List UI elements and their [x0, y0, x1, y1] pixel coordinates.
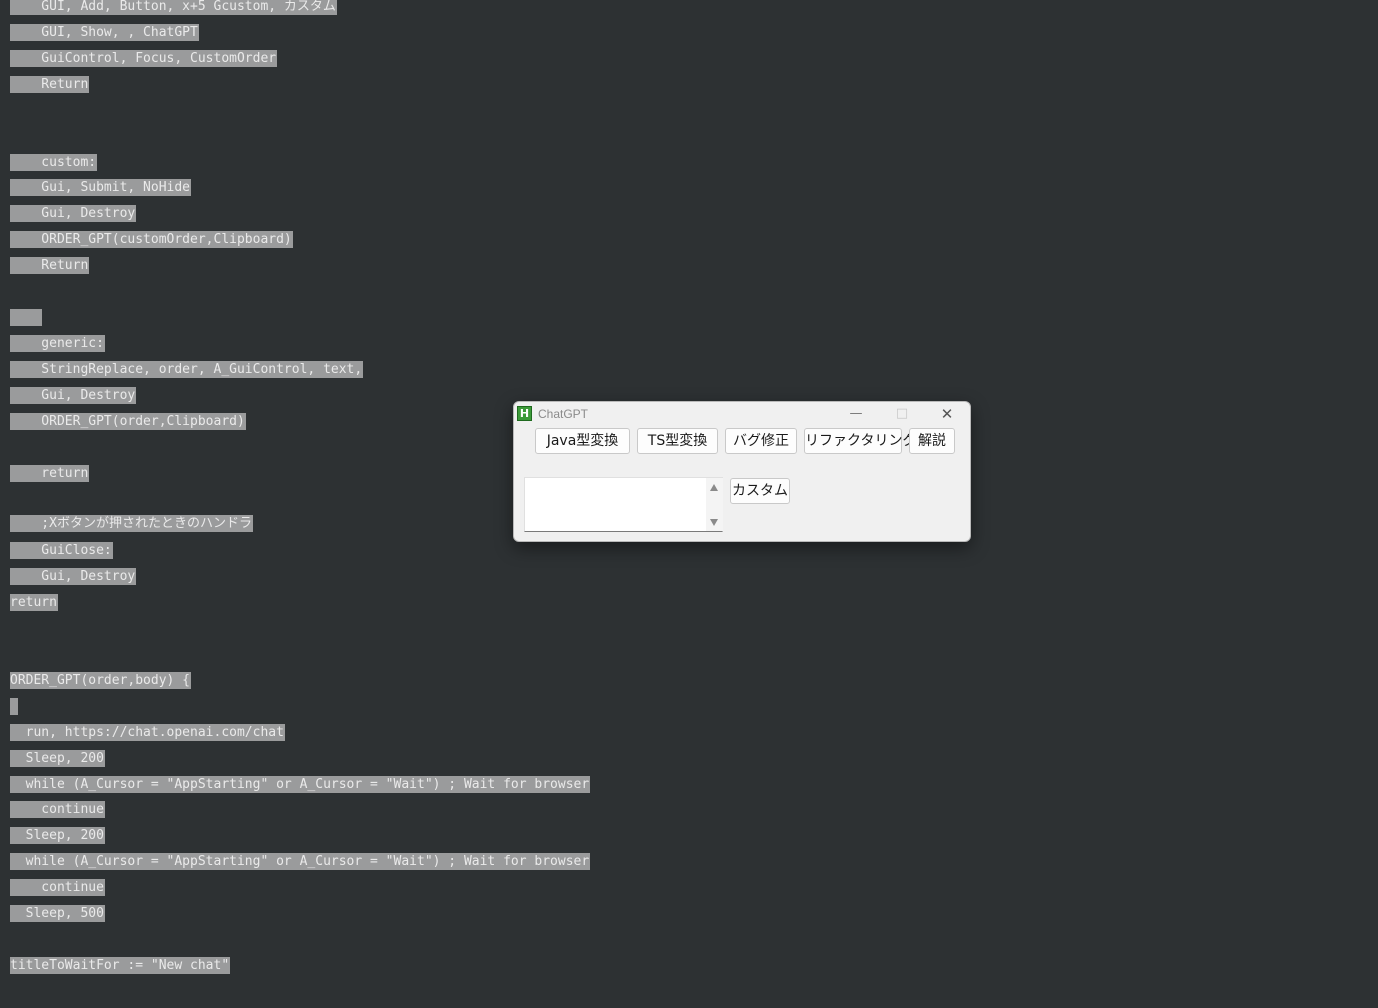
code-line: titleToWaitFor := "New chat" — [10, 957, 231, 974]
explain-button[interactable]: 解説 — [909, 428, 955, 454]
dialog-title: ChatGPT — [538, 407, 589, 421]
code-line: return — [10, 465, 90, 482]
scroll-down-arrow-icon[interactable] — [710, 519, 718, 526]
code-line: Gui, Destroy — [10, 205, 137, 222]
close-button[interactable]: ✕ — [925, 402, 969, 426]
code-line: generic: — [10, 335, 105, 352]
code-line: GUI, Show, , ChatGPT — [10, 24, 199, 41]
code-line — [10, 309, 43, 326]
code-line: while (A_Cursor = "AppStarting" or A_Cur… — [10, 853, 591, 870]
code-line: Return — [10, 257, 90, 274]
code-line: ORDER_GPT(customOrder,Clipboard) — [10, 231, 293, 248]
code-line: Sleep, 200 — [10, 750, 105, 767]
code-line: Sleep, 200 — [10, 827, 105, 844]
code-line: continue — [10, 879, 105, 896]
autohotkey-h-icon: H — [517, 406, 532, 421]
code-line: StringReplace, order, A_GuiControl, text… — [10, 361, 364, 378]
code-line: while (A_Cursor = "AppStarting" or A_Cur… — [10, 776, 591, 793]
code-line: continue — [10, 801, 105, 818]
maximize-button[interactable]: □ — [880, 402, 924, 426]
dialog-titlebar[interactable]: H ChatGPT — □ ✕ — [514, 402, 970, 426]
scroll-up-arrow-icon[interactable] — [710, 484, 718, 491]
code-line: GuiControl, Focus, CustomOrder — [10, 50, 278, 67]
java-convert-button[interactable]: Java型変換 — [535, 428, 630, 454]
code-line: return — [10, 594, 58, 611]
code-line: ORDER_GPT(order,Clipboard) — [10, 413, 246, 430]
code-line-empty — [10, 698, 18, 715]
code-line: Gui, Destroy — [10, 568, 137, 585]
code-line: Sleep, 500 — [10, 905, 105, 922]
custom-order-textarea[interactable] — [524, 477, 723, 532]
code-line: ORDER_GPT(order,body) { — [10, 672, 192, 689]
bug-fix-button[interactable]: バグ修正 — [725, 428, 797, 454]
minimize-button[interactable]: — — [834, 402, 878, 426]
ts-convert-button[interactable]: TS型変換 — [637, 428, 718, 454]
code-line: ;Xボタンが押されたときのハンドラ — [10, 515, 253, 532]
code-line: run, https://chat.openai.com/chat — [10, 724, 285, 741]
refactor-button[interactable]: リファクタリング — [804, 428, 916, 454]
code-line: Gui, Submit, NoHide — [10, 179, 192, 196]
code-line: GuiClose: — [10, 542, 113, 559]
code-line: custom: — [10, 154, 98, 171]
textarea-scrollbar[interactable] — [706, 478, 723, 531]
code-line: GUI, Add, Button, x+5 Gcustom, カスタム — [10, 0, 337, 15]
chatgpt-dialog: H ChatGPT — □ ✕ Java型変換 TS型変換 バグ修正 リファクタ… — [513, 401, 971, 542]
custom-button[interactable]: カスタム — [730, 478, 790, 504]
code-line: Return — [10, 76, 90, 93]
code-line: Gui, Destroy — [10, 387, 137, 404]
